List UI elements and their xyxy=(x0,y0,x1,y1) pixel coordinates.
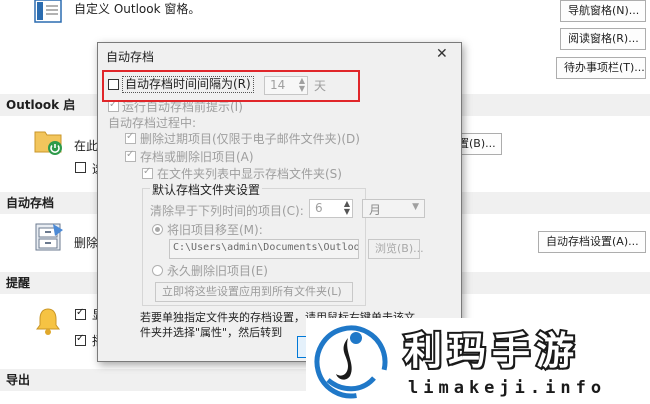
delete-permanent-radio[interactable] xyxy=(152,265,163,276)
archive-path-value: C:\Users\admin\Documents\Outloo xyxy=(173,242,359,253)
during-archive-label: 自动存档过程中: xyxy=(108,116,197,130)
close-icon[interactable]: ✕ xyxy=(436,46,448,62)
reading-pane-button[interactable]: 阅读窗格(R)... xyxy=(560,28,646,50)
watermark-logo-icon xyxy=(312,322,390,400)
reminder-row1-checkbox[interactable] xyxy=(75,307,86,320)
pane-layout-icon xyxy=(34,0,62,24)
clean-older-spinner[interactable]: 6 ▲ ▼ xyxy=(309,199,353,218)
chevron-down-icon: ▼ xyxy=(412,202,419,212)
watermark: 利玛手游 limakeji.info xyxy=(306,318,650,404)
delete-permanent-label: 永久删除旧项目(E) xyxy=(167,264,268,278)
archive-cabinet-icon xyxy=(33,222,65,252)
folder-start-icon xyxy=(33,126,65,156)
prompt-checkbox[interactable] xyxy=(108,99,119,112)
watermark-title: 利玛手游 xyxy=(402,327,581,375)
navigation-pane-button[interactable]: 导航窗格(N)... xyxy=(560,0,646,22)
move-old-radio[interactable] xyxy=(152,224,163,235)
archive-or-delete-checkbox[interactable] xyxy=(125,149,136,162)
default-settings-group-title: 默认存档文件夹设置 xyxy=(150,181,263,198)
delete-expired-checkbox[interactable] xyxy=(125,131,136,144)
bell-icon xyxy=(34,306,62,336)
clean-older-value: 6 xyxy=(315,201,323,215)
start-row-checkbox[interactable] xyxy=(75,162,86,173)
watermark-url: limakeji.info xyxy=(408,378,607,398)
archive-or-delete-label: 存档或删除旧项目(A) xyxy=(140,150,254,164)
reminder-row2-checkbox[interactable] xyxy=(75,333,86,346)
clean-older-label: 清除早于下列时间的项目(C): xyxy=(150,204,304,218)
highlight-box xyxy=(102,70,360,102)
delete-expired-label: 删除过期项目(仅限于电子邮件文件夹)(D) xyxy=(140,132,360,146)
footer-text-2: 件夹并选择"属性"，然后转到 xyxy=(140,326,283,339)
show-folder-label: 在文件夹列表中显示存档文件夹(S) xyxy=(157,167,342,181)
start-row-label: 在此 xyxy=(74,139,99,153)
archive-row-label: 删除 xyxy=(74,236,99,250)
apply-all-button[interactable]: 立即将这些设置应用到所有文件夹(L) xyxy=(155,282,353,302)
clean-older-unit-value: 月 xyxy=(369,203,382,217)
nav-pane-description: 自定义 Outlook 窗格。 xyxy=(74,2,201,16)
todo-bar-button[interactable]: 待办事项栏(T)... xyxy=(556,57,646,79)
archive-path-field[interactable]: C:\Users\admin\Documents\Outloo xyxy=(169,239,359,259)
dialog-title: 自动存档 xyxy=(106,50,155,64)
spinner-arrows-icon: ▲ ▼ xyxy=(343,199,350,216)
move-old-label: 将旧项目移至(M): xyxy=(167,223,263,237)
show-folder-checkbox[interactable] xyxy=(142,166,153,179)
browse-button[interactable]: 浏览(B)... xyxy=(368,239,424,259)
autoarchive-settings-button[interactable]: 自动存档设置(A)... xyxy=(538,231,646,253)
clean-older-unit-select[interactable]: 月 ▼ xyxy=(362,199,425,218)
